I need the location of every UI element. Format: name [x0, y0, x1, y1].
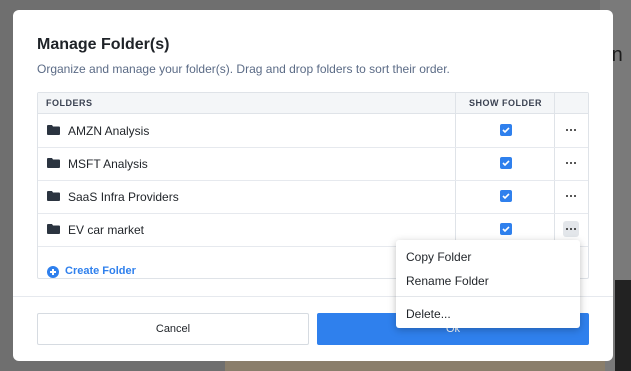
folder-name: EV car market: [68, 223, 145, 237]
create-folder-link[interactable]: Create Folder: [65, 265, 136, 277]
folder-name: MSFT Analysis: [68, 157, 148, 171]
show-folder-checkbox[interactable]: [500, 223, 512, 235]
menu-divider: [396, 296, 580, 297]
plus-circle-icon[interactable]: [47, 266, 59, 278]
table-row[interactable]: MSFT Analysis: [38, 147, 588, 181]
dialog-title: Manage Folder(s): [37, 36, 170, 53]
header-show-folder: SHOW FOLDER: [469, 98, 542, 108]
table-row[interactable]: AMZN Analysis: [38, 114, 588, 148]
more-horizontal-icon: [566, 195, 576, 197]
show-folder-checkbox[interactable]: [500, 190, 512, 202]
menu-item-rename-folder[interactable]: Rename Folder: [406, 274, 489, 288]
dialog-subtitle: Organize and manage your folder(s). Drag…: [37, 62, 450, 76]
folder-icon: [47, 158, 60, 168]
more-horizontal-icon: [566, 228, 576, 230]
more-horizontal-icon: [566, 162, 576, 164]
more-options-button[interactable]: [563, 155, 579, 171]
cancel-button[interactable]: Cancel: [37, 313, 309, 345]
folder-icon: [47, 191, 60, 201]
more-options-button[interactable]: [563, 188, 579, 204]
more-options-button[interactable]: [563, 122, 579, 138]
folder-name: SaaS Infra Providers: [68, 190, 179, 204]
folder-name: AMZN Analysis: [68, 124, 150, 138]
table-row[interactable]: SaaS Infra Providers: [38, 180, 588, 214]
table-header: FOLDERS SHOW FOLDER: [38, 93, 588, 114]
folder-icon: [47, 224, 60, 234]
show-folder-checkbox[interactable]: [500, 157, 512, 169]
background-panel: [615, 280, 631, 371]
more-horizontal-icon: [566, 129, 576, 131]
folder-icon: [47, 125, 60, 135]
show-folder-checkbox[interactable]: [500, 124, 512, 136]
header-folders: FOLDERS: [46, 98, 93, 108]
folder-context-menu: Copy Folder Rename Folder Delete...: [396, 240, 580, 328]
menu-item-copy-folder[interactable]: Copy Folder: [406, 250, 471, 264]
more-options-button[interactable]: [563, 221, 579, 237]
menu-item-delete[interactable]: Delete...: [406, 307, 451, 321]
